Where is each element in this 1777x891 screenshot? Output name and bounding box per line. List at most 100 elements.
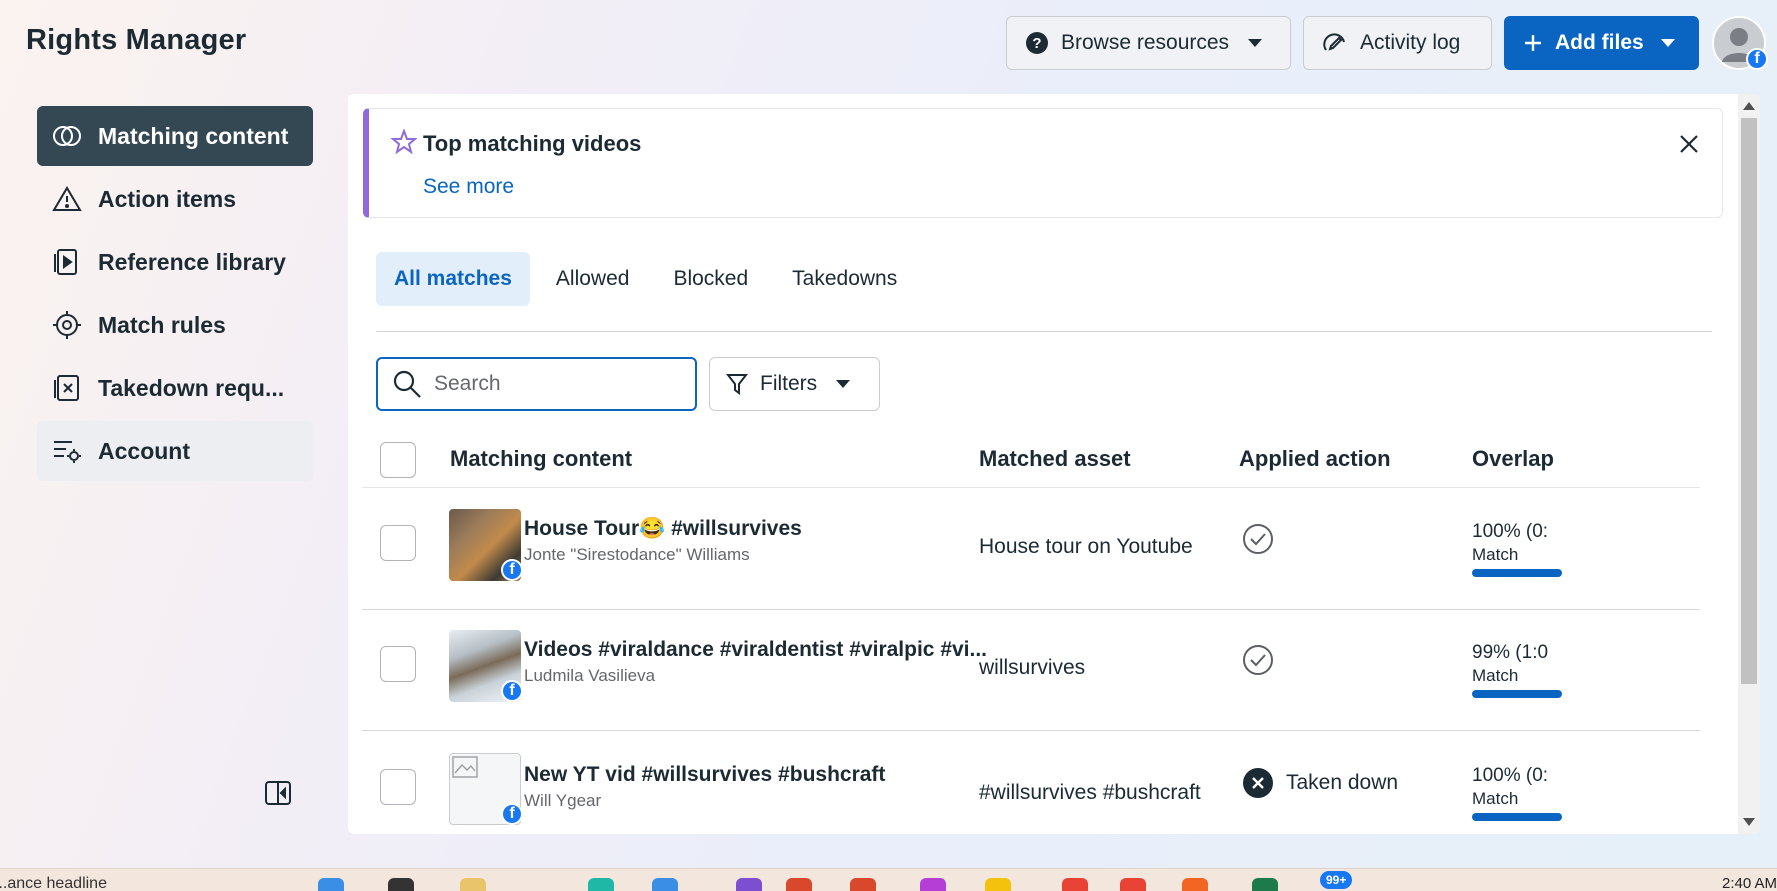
filters-label: Filters: [760, 372, 818, 395]
content-author: Will Ygear: [524, 791, 602, 810]
app-icon[interactable]: [985, 878, 1011, 891]
help-circle-icon: ?: [1026, 32, 1048, 54]
content-title[interactable]: New YT vid #willsurvives #bushcraft: [524, 763, 885, 787]
sidebar-item-action-items[interactable]: Action items: [37, 169, 313, 229]
tab-takedowns[interactable]: Takedowns: [774, 252, 915, 306]
content-title[interactable]: Videos #viraldance #viraldentist #viralp…: [524, 638, 987, 662]
activity-log-icon: [1323, 33, 1345, 51]
filters-button[interactable]: Filters: [709, 357, 880, 411]
close-icon[interactable]: [1678, 133, 1700, 155]
select-all-checkbox[interactable]: [380, 442, 416, 478]
matched-asset[interactable]: willsurvives: [979, 656, 1085, 680]
app-icon[interactable]: [1252, 878, 1278, 891]
search-taskbar-icon[interactable]: [388, 878, 414, 891]
scrollbar-thumb[interactable]: [1741, 118, 1757, 684]
row-checkbox[interactable]: [380, 646, 416, 682]
browse-resources-button[interactable]: ? Browse resources: [1006, 16, 1291, 70]
matches-table: Matching content Matched asset Applied a…: [362, 432, 1700, 834]
table-row[interactable]: f New YT vid #willsurvives #bushcraft Wi…: [362, 731, 1700, 834]
collapse-sidebar-button[interactable]: [264, 780, 292, 811]
overlap-circles-icon: [53, 126, 81, 146]
main-panel: Top matching videos See more All matches…: [348, 94, 1760, 834]
banner-title: Top matching videos: [423, 131, 642, 156]
profile-avatar[interactable]: f: [1712, 16, 1768, 70]
overlap-cell: 100% (0: Match: [1472, 521, 1562, 577]
app-icon[interactable]: [1120, 878, 1146, 891]
applied-action: [1242, 644, 1286, 676]
sidebar-item-reference-library[interactable]: Reference library: [37, 232, 313, 292]
app-icon[interactable]: [920, 878, 946, 891]
overlap-label: Match: [1472, 545, 1519, 564]
content-title[interactable]: House Tour😂 #willsurvives: [524, 517, 802, 541]
tab-allowed[interactable]: Allowed: [538, 252, 648, 306]
star-icon: [391, 129, 417, 155]
column-header[interactable]: Applied action: [1239, 446, 1391, 472]
windows-start-icon[interactable]: [318, 878, 344, 891]
divider: [376, 331, 1712, 332]
overlap-cell: 100% (0: Match: [1472, 765, 1562, 821]
settings-list-icon: [54, 441, 81, 463]
news-widget[interactable]: ...ance headline: [0, 875, 107, 891]
caret-down-icon: [1660, 39, 1675, 47]
chrome-browser-icon[interactable]: [1062, 878, 1088, 891]
search-box[interactable]: [376, 357, 697, 411]
notification-badge: 99+: [1320, 871, 1353, 889]
video-thumbnail[interactable]: f: [449, 630, 523, 702]
caret-down-icon: [836, 380, 851, 388]
row-checkbox[interactable]: [380, 525, 416, 561]
broken-image-icon: [452, 756, 478, 778]
applied-action-label: Taken down: [1286, 771, 1399, 794]
scroll-down-arrow-icon[interactable]: [1743, 818, 1755, 826]
system-clock[interactable]: 2:40 AM: [1722, 875, 1777, 891]
plus-icon: [1525, 35, 1541, 51]
sidebar-item-label: Action items: [98, 185, 237, 212]
video-thumbnail[interactable]: f: [449, 753, 523, 825]
video-thumbnail[interactable]: f: [449, 509, 523, 581]
panel-scrollbar[interactable]: [1738, 94, 1760, 834]
caret-down-icon: [1248, 39, 1263, 47]
add-files-button[interactable]: Add files: [1504, 16, 1699, 70]
overlap-percent: 100% (0:: [1472, 521, 1549, 542]
overlap-percent: 99% (1:0: [1472, 642, 1549, 663]
app-icon[interactable]: [850, 878, 876, 891]
sidebar-item-matching-content[interactable]: Matching content: [37, 106, 313, 166]
see-more-link[interactable]: See more: [423, 175, 514, 199]
overlap-bar: [1472, 569, 1562, 577]
table-row[interactable]: f House Tour😂 #willsurvives Jonte "Sires…: [362, 489, 1700, 610]
file-explorer-icon[interactable]: [460, 878, 486, 891]
overlap-cell: 99% (1:0 Match: [1472, 642, 1562, 698]
browse-resources-label: Browse resources: [1061, 31, 1230, 54]
activity-log-label: Activity log: [1360, 31, 1461, 54]
overlap-label: Match: [1472, 666, 1519, 685]
store-icon[interactable]: [652, 878, 678, 891]
sidebar-item-takedown-requests[interactable]: Takedown requ...: [37, 358, 313, 418]
sidebar-item-match-rules[interactable]: Match rules: [37, 295, 313, 355]
applied-action: [1242, 523, 1286, 555]
table-row[interactable]: f Videos #viraldance #viraldentist #vira…: [362, 610, 1700, 731]
tab-blocked[interactable]: Blocked: [655, 252, 766, 306]
filter-tabs: All matches Allowed Blocked Takedowns: [376, 252, 915, 306]
tab-all-matches[interactable]: All matches: [376, 252, 530, 306]
row-checkbox[interactable]: [380, 769, 416, 805]
top-matching-videos-banner: Top matching videos See more: [363, 108, 1723, 218]
column-header[interactable]: Matched asset: [979, 446, 1131, 472]
sidebar-item-label: Match rules: [98, 311, 226, 338]
sidebar-item-label: Matching content: [98, 122, 289, 149]
app-icon[interactable]: [786, 878, 812, 891]
sidebar-item-account[interactable]: Account: [37, 421, 313, 481]
edge-browser-icon[interactable]: [588, 878, 614, 891]
app-icon[interactable]: [736, 878, 762, 891]
app-icon[interactable]: [1182, 878, 1208, 891]
column-header[interactable]: Matching content: [450, 446, 632, 472]
matched-asset[interactable]: #willsurvives #bushcraft: [979, 781, 1201, 805]
activity-log-button[interactable]: Activity log: [1303, 16, 1492, 70]
check-circle-icon: [1243, 645, 1273, 675]
crosshair-icon: [53, 311, 81, 339]
applied-action: Taken down: [1242, 767, 1398, 799]
column-header[interactable]: Overlap: [1472, 446, 1554, 472]
facebook-badge-icon: f: [1746, 48, 1768, 70]
search-input[interactable]: [434, 372, 674, 396]
x-circle-icon: [1243, 768, 1273, 798]
matched-asset[interactable]: House tour on Youtube: [979, 535, 1193, 559]
scroll-up-arrow-icon[interactable]: [1743, 102, 1755, 110]
